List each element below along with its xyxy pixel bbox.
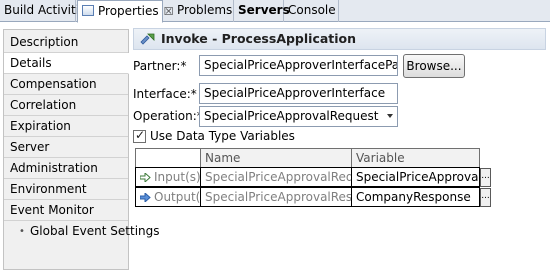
sidebar-item-compensation[interactable]: Compensation (4, 74, 128, 95)
input-arrow-icon (140, 173, 151, 182)
column-header-name: Name (200, 148, 352, 168)
partner-label: Partner:* (133, 59, 187, 73)
partner-field[interactable]: SpecialPriceApproverInterfacePartner (199, 55, 398, 76)
output-arrow-icon (140, 193, 151, 202)
tab-servers[interactable]: Servers (234, 0, 290, 22)
sidebar-item-server[interactable]: Server (4, 137, 128, 158)
operation-select[interactable]: SpecialPriceApprovalRequest (199, 106, 398, 127)
tab-console[interactable]: Console (284, 0, 339, 22)
checkmark-icon: ✓ (135, 128, 146, 142)
sidebar-item-label: Administration (10, 161, 98, 175)
invoke-icon (140, 33, 155, 45)
operation-label: Operation:* (133, 109, 203, 123)
sidebar-item-details[interactable]: Details (4, 53, 129, 74)
interface-label: Interface:* (133, 87, 197, 101)
row-kind-label: Input(s) (154, 170, 201, 184)
properties-icon (82, 5, 94, 16)
tab-label: Problems (177, 3, 233, 17)
tab-label: Console (288, 3, 336, 17)
chevron-down-icon[interactable] (387, 114, 393, 118)
output-variable-browse-button[interactable]: ... (480, 188, 491, 207)
row-kind-label: Output(s) (154, 190, 201, 204)
tab-label: Properties (98, 4, 159, 18)
table-corner (135, 148, 201, 168)
table-row-variable-output[interactable]: CompanyResponse (351, 187, 480, 207)
sidebar-item-label: Correlation (10, 98, 77, 112)
sidebar-item-event-monitor[interactable]: Event Monitor (4, 200, 128, 221)
tab-properties[interactable]: Properties ☒ (77, 0, 174, 23)
tab-label: Servers (238, 3, 290, 17)
tree-bullet-icon: • (19, 226, 25, 237)
use-data-types-checkbox[interactable]: ✓ (133, 128, 146, 143)
input-variable-browse-button[interactable]: ... (480, 168, 491, 187)
use-data-types-label: Use Data Type Variables (150, 129, 295, 143)
sidebar-item-label: Description (10, 35, 79, 49)
parameters-table: Name Variable Input(s) SpecialPriceAppro… (135, 148, 491, 210)
sidebar-item-correlation[interactable]: Correlation (4, 95, 128, 116)
table-row-name-output: SpecialPriceApprovalResponse (200, 187, 352, 207)
sidebar-item-expiration[interactable]: Expiration (4, 116, 128, 137)
sidebar-item-label: Details (10, 56, 52, 70)
tab-problems[interactable]: Problems (173, 0, 234, 22)
sidebar-item-administration[interactable]: Administration (4, 158, 128, 179)
table-row-variable-input[interactable]: SpecialPriceApprovalData (351, 167, 480, 187)
section-header: Invoke - ProcessApplication (133, 28, 546, 50)
sidebar-item-label: Environment (10, 182, 87, 196)
sidebar-item-label: Expiration (10, 119, 71, 133)
table-row-name-input: SpecialPriceApprovalRequest (200, 167, 352, 187)
row-kind-input: Input(s) (135, 167, 201, 187)
sidebar-item-description[interactable]: Description (4, 32, 128, 53)
properties-sidebar: Description Details Compensation Correla… (3, 29, 160, 270)
column-header-variable: Variable (351, 148, 480, 168)
page-title: Invoke - ProcessApplication (161, 31, 357, 46)
sidebar-item-label: Event Monitor (10, 203, 94, 217)
details-panel: Invoke - ProcessApplication Partner:* Sp… (129, 22, 550, 270)
sidebar-item-label: Server (10, 140, 50, 154)
operation-selected-value: SpecialPriceApprovalRequest (204, 109, 379, 123)
tab-build-activities[interactable]: Build Activities (0, 0, 93, 22)
sidebar-item-label: Compensation (10, 77, 97, 91)
browse-button[interactable]: Browse... (403, 54, 465, 78)
row-kind-output: Output(s) (135, 187, 201, 207)
view-tab-bar: Build Activities Properties ☒ Problems Se… (0, 0, 550, 23)
interface-field[interactable]: SpecialPriceApproverInterface (199, 83, 398, 104)
sidebar-item-environment[interactable]: Environment (4, 179, 128, 200)
sidebar-item-global-event-settings[interactable]: • Global Event Settings (4, 221, 160, 242)
